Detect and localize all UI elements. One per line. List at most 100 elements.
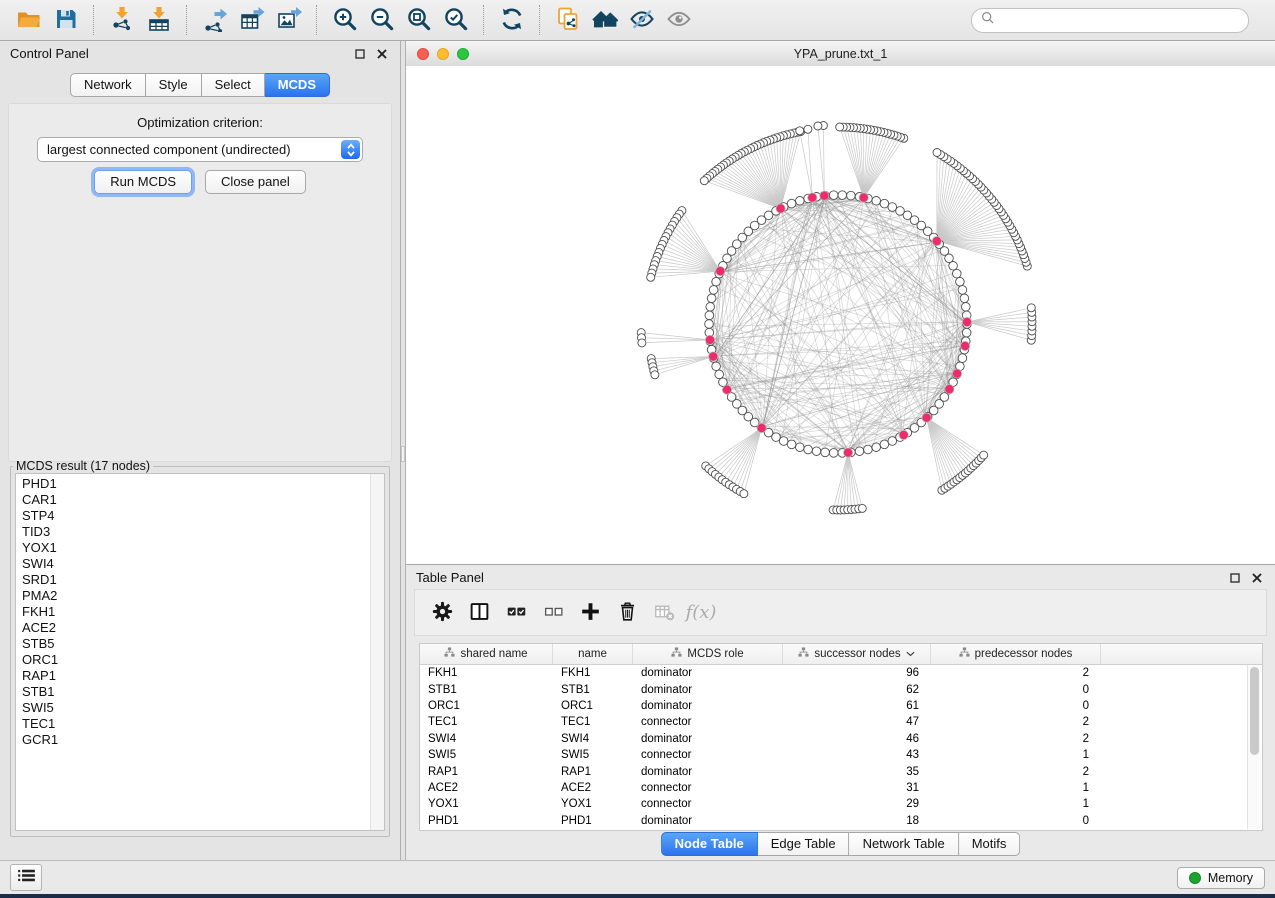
mcds-result-item[interactable]: TID3 bbox=[22, 524, 384, 540]
mcds-result-item[interactable]: CAR1 bbox=[22, 492, 384, 508]
name-cell: YOX1 bbox=[553, 798, 633, 810]
tree-icon bbox=[798, 647, 809, 661]
split-panel-button[interactable] bbox=[464, 598, 494, 628]
table-row[interactable]: SWI4SWI4dominator462 bbox=[420, 731, 1262, 747]
network-view-window: YPA_prune.txt_1 bbox=[406, 41, 1275, 564]
float-table-panel-icon[interactable] bbox=[1227, 570, 1243, 586]
name-cell: ORC1 bbox=[553, 700, 633, 712]
mcds-result-item[interactable]: FKH1 bbox=[22, 604, 384, 620]
add-column-button[interactable] bbox=[575, 598, 605, 628]
zoom-fit-button[interactable] bbox=[403, 5, 434, 36]
houses-button[interactable] bbox=[589, 5, 620, 36]
table-row[interactable]: PHD1PHD1dominator180 bbox=[420, 813, 1262, 829]
mcds-result-item[interactable]: SWI5 bbox=[22, 700, 384, 716]
network-window-title: YPA_prune.txt_1 bbox=[794, 47, 888, 61]
network-canvas[interactable] bbox=[406, 66, 1275, 564]
float-panel-icon[interactable] bbox=[352, 46, 368, 62]
mcds-result-item[interactable]: RAP1 bbox=[22, 668, 384, 684]
column-header-predecessor-nodes[interactable]: predecessor nodes bbox=[931, 644, 1101, 664]
optimization-criterion-dropdown[interactable]: largest connected component (undirected) bbox=[37, 137, 363, 162]
mcds-result-item[interactable]: ACE2 bbox=[22, 620, 384, 636]
hide-details-button[interactable] bbox=[626, 5, 657, 36]
save-session-button[interactable] bbox=[50, 5, 81, 36]
desktop-background bbox=[0, 894, 1275, 898]
column-label: MCDS role bbox=[687, 648, 743, 660]
mcds-result-item[interactable]: SWI4 bbox=[22, 556, 384, 572]
mcds-result-item[interactable]: GCR1 bbox=[22, 732, 384, 748]
successor-nodes-cell: 61 bbox=[783, 700, 931, 712]
column-header-mcds-role[interactable]: MCDS role bbox=[633, 644, 783, 664]
mcds-result-item[interactable]: PHD1 bbox=[22, 476, 384, 492]
select-all-rows-button[interactable] bbox=[501, 598, 531, 628]
tab-network[interactable]: Network bbox=[70, 73, 146, 97]
zoom-selected-button[interactable] bbox=[440, 5, 471, 36]
mcds-role-cell: connector bbox=[633, 798, 783, 810]
import-network-button[interactable] bbox=[106, 5, 137, 36]
toolbar-separator bbox=[483, 5, 484, 35]
table-row[interactable]: ACE2ACE2connector311 bbox=[420, 780, 1262, 796]
successor-nodes-cell: 18 bbox=[783, 815, 931, 827]
tab-edge-table[interactable]: Edge Table bbox=[758, 832, 850, 856]
gear-icon bbox=[432, 601, 453, 625]
mcds-result-item[interactable]: STP4 bbox=[22, 508, 384, 524]
export-table-button[interactable] bbox=[236, 5, 267, 36]
deselect-all-rows-button[interactable] bbox=[538, 598, 568, 628]
table-row[interactable]: TEC1TEC1connector472 bbox=[420, 714, 1262, 730]
mcds-role-cell: dominator bbox=[633, 766, 783, 778]
mcds-result-item[interactable]: TEC1 bbox=[22, 716, 384, 732]
delete-column-button[interactable] bbox=[612, 598, 642, 628]
maximize-window-icon[interactable] bbox=[457, 48, 469, 60]
import-table-button[interactable] bbox=[143, 5, 174, 36]
search-box[interactable] bbox=[971, 8, 1249, 33]
tab-mcds[interactable]: MCDS bbox=[265, 73, 330, 97]
search-input[interactable] bbox=[1001, 12, 1239, 28]
table-row[interactable]: RAP1RAP1dominator352 bbox=[420, 763, 1262, 779]
table-settings-button[interactable] bbox=[427, 598, 457, 628]
tab-node-table[interactable]: Node Table bbox=[661, 832, 758, 856]
table-row[interactable]: SWI5SWI5connector431 bbox=[420, 747, 1262, 763]
tab-network-table[interactable]: Network Table bbox=[850, 832, 959, 856]
column-header-shared-name[interactable]: shared name bbox=[420, 644, 553, 664]
table-row[interactable]: ORC1ORC1dominator610 bbox=[420, 698, 1262, 714]
mcds-result-item[interactable]: YOX1 bbox=[22, 540, 384, 556]
table-row[interactable]: STB1STB1dominator620 bbox=[420, 681, 1262, 697]
run-mcds-button[interactable]: Run MCDS bbox=[94, 170, 192, 194]
column-header-name[interactable]: name bbox=[553, 644, 633, 664]
mcds-result-title: MCDS result (17 nodes) bbox=[13, 459, 153, 473]
table-row[interactable]: YOX1YOX1connector291 bbox=[420, 796, 1262, 812]
export-image-button[interactable] bbox=[273, 5, 304, 36]
predecessor-nodes-cell: 2 bbox=[931, 733, 1101, 745]
close-panel-button[interactable]: Close panel bbox=[205, 170, 306, 194]
clone-network-button[interactable] bbox=[552, 5, 583, 36]
refresh-button[interactable] bbox=[496, 5, 527, 36]
eye-icon bbox=[666, 6, 692, 35]
show-details-button[interactable] bbox=[663, 5, 694, 36]
mcds-result-item[interactable]: STB5 bbox=[22, 636, 384, 652]
mcds-result-item[interactable]: ORC1 bbox=[22, 652, 384, 668]
close-panel-icon[interactable] bbox=[374, 46, 390, 62]
close-table-panel-icon[interactable] bbox=[1249, 570, 1265, 586]
table-row[interactable]: FKH1FKH1dominator962 bbox=[420, 665, 1262, 681]
mcds-result-item[interactable]: SRD1 bbox=[22, 572, 384, 588]
eye-slash-icon bbox=[629, 6, 655, 35]
zoom-out-button[interactable] bbox=[366, 5, 397, 36]
tab-motifs[interactable]: Motifs bbox=[959, 832, 1021, 856]
open-file-button[interactable] bbox=[13, 5, 44, 36]
mcds-result-item[interactable]: STB1 bbox=[22, 684, 384, 700]
memory-button[interactable]: Memory bbox=[1177, 867, 1265, 889]
table-scrollbar-thumb[interactable] bbox=[1250, 667, 1259, 755]
task-history-button[interactable] bbox=[10, 864, 42, 891]
divider-knob[interactable] bbox=[401, 446, 405, 462]
houses-icon bbox=[592, 6, 618, 35]
column-header-successor-nodes[interactable]: successor nodes bbox=[783, 644, 931, 664]
tab-style[interactable]: Style bbox=[146, 73, 202, 97]
minimize-window-icon[interactable] bbox=[437, 48, 449, 60]
tab-select[interactable]: Select bbox=[202, 73, 265, 97]
mcds-list-scrollbar[interactable] bbox=[370, 474, 384, 830]
zoom-in-button[interactable] bbox=[329, 5, 360, 36]
table-scrollbar[interactable] bbox=[1247, 665, 1261, 829]
export-network-button[interactable] bbox=[199, 5, 230, 36]
close-window-icon[interactable] bbox=[417, 48, 429, 60]
memory-label: Memory bbox=[1208, 871, 1253, 885]
mcds-result-item[interactable]: PMA2 bbox=[22, 588, 384, 604]
